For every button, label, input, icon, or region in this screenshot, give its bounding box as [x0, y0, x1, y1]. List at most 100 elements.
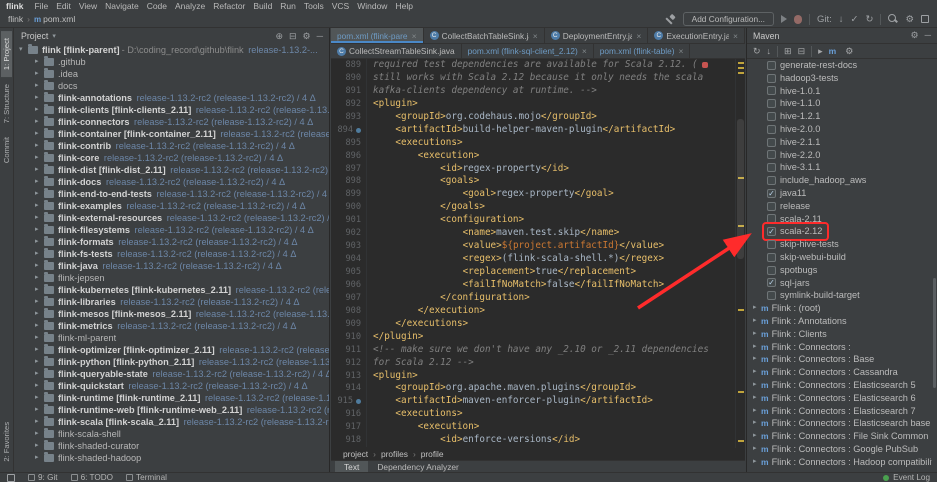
gutter[interactable]: 892 — [331, 98, 367, 111]
tree-row[interactable]: ▸flink-scala-shell — [15, 428, 329, 440]
chevron-right-icon[interactable]: ▸ — [35, 272, 44, 284]
chevron-right-icon[interactable]: ▸ — [35, 68, 44, 80]
menu-item-code[interactable]: Code — [143, 1, 171, 11]
tree-row[interactable]: ▸flink-filesystems release-1.13.2-rc2 (r… — [15, 224, 329, 236]
chevron-right-icon[interactable]: ▸ — [35, 116, 44, 128]
menu-item-build[interactable]: Build — [249, 1, 276, 11]
build-icon[interactable] — [665, 14, 676, 25]
menu-item-navigate[interactable]: Navigate — [101, 1, 143, 11]
settings-icon[interactable]: ⚙ — [911, 30, 919, 41]
scrollbar-thumb[interactable] — [737, 119, 744, 259]
settings-icon[interactable]: ⚙ — [303, 31, 311, 42]
chevron-right-icon[interactable]: ▸ — [35, 176, 44, 188]
locate-icon[interactable]: ⊕ — [275, 31, 283, 42]
gutter[interactable]: 894 — [331, 124, 367, 137]
menu-item-help[interactable]: Help — [391, 1, 416, 11]
tool-window-button[interactable]: 1: Project — [1, 31, 12, 77]
code-editor[interactable]: 889required test dependencies are availa… — [331, 59, 735, 448]
chevron-right-icon[interactable]: ▸ — [35, 452, 44, 464]
gutter[interactable]: 901 — [331, 214, 367, 227]
editor-tab[interactable]: mpom.xml (flink-parent)× — [331, 28, 424, 43]
breadcrumb-item[interactable]: project — [343, 449, 368, 459]
chevron-right-icon[interactable]: ▸ — [35, 284, 44, 296]
editor-tab[interactable]: CCollectStreamTableSink.java — [331, 44, 462, 58]
chevron-right-icon[interactable]: ▸ — [35, 380, 44, 392]
maven-profile-row[interactable]: skip-webui-build — [747, 251, 932, 264]
chevron-right-icon[interactable]: ▸ — [753, 392, 761, 405]
maven-profile-row[interactable]: hive-2.1.1 — [747, 136, 932, 149]
hide-icon[interactable]: ─ — [317, 31, 323, 42]
add-configuration-button[interactable]: Add Configuration... — [683, 12, 774, 26]
chevron-right-icon[interactable]: ▸ — [753, 353, 761, 366]
tree-row[interactable]: ▸flink-clients [flink-clients_2.11] rele… — [15, 104, 329, 116]
maven-profile-row[interactable]: spotbugs — [747, 264, 932, 277]
maven-module-row[interactable]: ▸mFlink : Connectors : Cassandra — [747, 366, 932, 379]
chevron-right-icon[interactable]: ▸ — [35, 92, 44, 104]
chevron-right-icon[interactable]: ▸ — [753, 430, 761, 443]
chevron-right-icon[interactable]: ▸ — [35, 224, 44, 236]
menu-item-run[interactable]: Run — [276, 1, 300, 11]
chevron-right-icon[interactable]: ▸ — [753, 443, 761, 456]
menu-item-window[interactable]: Window — [353, 1, 391, 11]
gutter[interactable]: 914 — [331, 382, 367, 395]
gutter[interactable]: 909 — [331, 318, 367, 331]
git-refresh-icon[interactable]: ↻ — [866, 14, 874, 25]
chevron-right-icon[interactable]: ▸ — [753, 315, 761, 328]
status-item[interactable]: Terminal — [126, 473, 167, 482]
tree-row[interactable]: ▸flink-formats release-1.13.2-rc2 (relea… — [15, 236, 329, 248]
maven-profile-row[interactable]: include_hadoop_aws — [747, 174, 932, 187]
chevron-right-icon[interactable]: ▸ — [35, 416, 44, 428]
breadcrumb-item[interactable]: profile — [421, 449, 444, 459]
gutter[interactable]: 904 — [331, 253, 367, 266]
maven-profile-row[interactable]: ✓scala-2.12 — [747, 225, 932, 238]
chevron-right-icon[interactable]: ▸ — [35, 404, 44, 416]
tree-row[interactable]: ▸flink-fs-tests release-1.13.2-rc2 (rele… — [15, 248, 329, 260]
editor-tab[interactable]: CExecutionEntry.java× — [648, 28, 745, 43]
checkbox[interactable] — [767, 266, 776, 275]
editor-tab[interactable]: CDeploymentEntry.java× — [545, 28, 649, 43]
tree-row[interactable]: ▸flink-libraries release-1.13.2-rc2 (rel… — [15, 296, 329, 308]
tool-window-button[interactable]: 7: Structure — [1, 77, 12, 130]
menu-item-file[interactable]: File — [30, 1, 52, 11]
gutter[interactable]: 896 — [331, 150, 367, 163]
checkbox[interactable] — [767, 99, 776, 108]
tree-row[interactable]: ▸flink-runtime-web [flink-runtime-web_2.… — [15, 404, 329, 416]
checkbox[interactable] — [767, 240, 776, 249]
chevron-right-icon[interactable]: ▸ — [35, 188, 44, 200]
chevron-right-icon[interactable]: ▸ — [35, 212, 44, 224]
gutter[interactable]: 903 — [331, 240, 367, 253]
status-item[interactable]: 6: TODO — [71, 473, 113, 482]
editor-tab[interactable]: CCollectBatchTableSink.java× — [424, 28, 545, 43]
maven-profile-row[interactable]: hive-3.1.1 — [747, 161, 932, 174]
maven-module-row[interactable]: ▸mFlink : Connectors : Elasticsearch 6 — [747, 392, 932, 405]
tree-row[interactable]: ▸flink-optimizer [flink-optimizer_2.11] … — [15, 344, 329, 356]
maven-profile-row[interactable]: hive-1.2.1 — [747, 110, 932, 123]
maven-module-row[interactable]: ▸mFlink : (root) — [747, 302, 932, 315]
chevron-right-icon[interactable]: ▸ — [753, 456, 761, 469]
tool-window-button[interactable]: 2: Favorites — [1, 415, 12, 469]
tree-row[interactable]: ▸flink-mesos [flink-mesos_2.11] release-… — [15, 308, 329, 320]
tree-row[interactable]: ▸flink-dist [flink-dist_2.11] release-1.… — [15, 164, 329, 176]
chevron-right-icon[interactable]: ▸ — [35, 356, 44, 368]
chevron-right-icon[interactable]: ▸ — [753, 417, 761, 430]
tree-row[interactable]: ▸flink-examples release-1.13.2-rc2 (rele… — [15, 200, 329, 212]
refresh-icon[interactable]: ↻ — [753, 46, 761, 57]
download-sources-icon[interactable]: ↓ — [767, 46, 772, 56]
chevron-right-icon[interactable]: ▸ — [753, 302, 761, 315]
chevron-right-icon[interactable]: ▸ — [35, 200, 44, 212]
maven-profile-row[interactable]: skip-hive-tests — [747, 238, 932, 251]
debug-icon[interactable] — [794, 15, 802, 24]
tree-row[interactable]: ▸flink-runtime [flink-runtime_2.11] rele… — [15, 392, 329, 404]
checkbox[interactable] — [767, 74, 776, 83]
editor-bottom-tab[interactable]: Text — [335, 461, 368, 472]
gutter[interactable]: 898 — [331, 175, 367, 188]
hide-icon[interactable]: ─ — [925, 30, 931, 41]
menu-item-refactor[interactable]: Refactor — [209, 1, 249, 11]
tree-row[interactable]: ▸flink-shaded-hadoop — [15, 452, 329, 464]
gutter[interactable]: 902 — [331, 227, 367, 240]
checkbox[interactable] — [767, 291, 776, 300]
tree-row[interactable]: ▸flink-metrics release-1.13.2-rc2 (relea… — [15, 320, 329, 332]
run-icon[interactable] — [781, 15, 787, 23]
chevron-right-icon[interactable]: ▸ — [35, 332, 44, 344]
gutter[interactable]: 916 — [331, 408, 367, 421]
